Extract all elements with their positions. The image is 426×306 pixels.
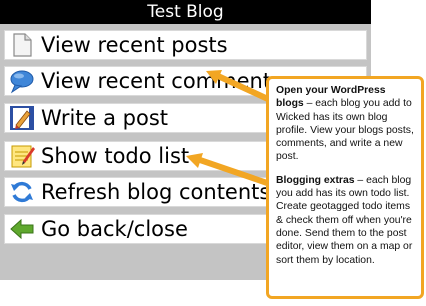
- window-title: Test Blog: [0, 0, 371, 24]
- refresh-icon: [9, 179, 35, 205]
- callout-paragraph-extras: Blogging extras – each blog you add has …: [276, 174, 414, 267]
- menu-item-view-recent-posts[interactable]: View recent posts: [4, 30, 367, 60]
- back-arrow-icon: [9, 216, 35, 242]
- menu-item-label: Refresh blog contents: [41, 180, 271, 204]
- todo-notepad-icon: [9, 143, 35, 169]
- menu-item-label: Show todo list: [41, 144, 190, 168]
- callout-text-extras: – each blog you add has its own todo lis…: [276, 174, 413, 266]
- menu-item-label: View recent posts: [41, 33, 228, 57]
- feature-callout: Open your WordPress blogs – each blog yo…: [266, 76, 424, 299]
- menu-item-label: Write a post: [41, 106, 169, 130]
- menu-item-label: Go back/close: [41, 217, 188, 241]
- document-icon: [9, 32, 35, 58]
- callout-heading-extras: Blogging extras: [276, 174, 355, 186]
- write-post-icon: [9, 105, 35, 131]
- callout-paragraph-blogs: Open your WordPress blogs – each blog yo…: [276, 84, 414, 164]
- speech-bubble-icon: [9, 68, 35, 94]
- menu-item-label: View recent comments: [41, 69, 282, 93]
